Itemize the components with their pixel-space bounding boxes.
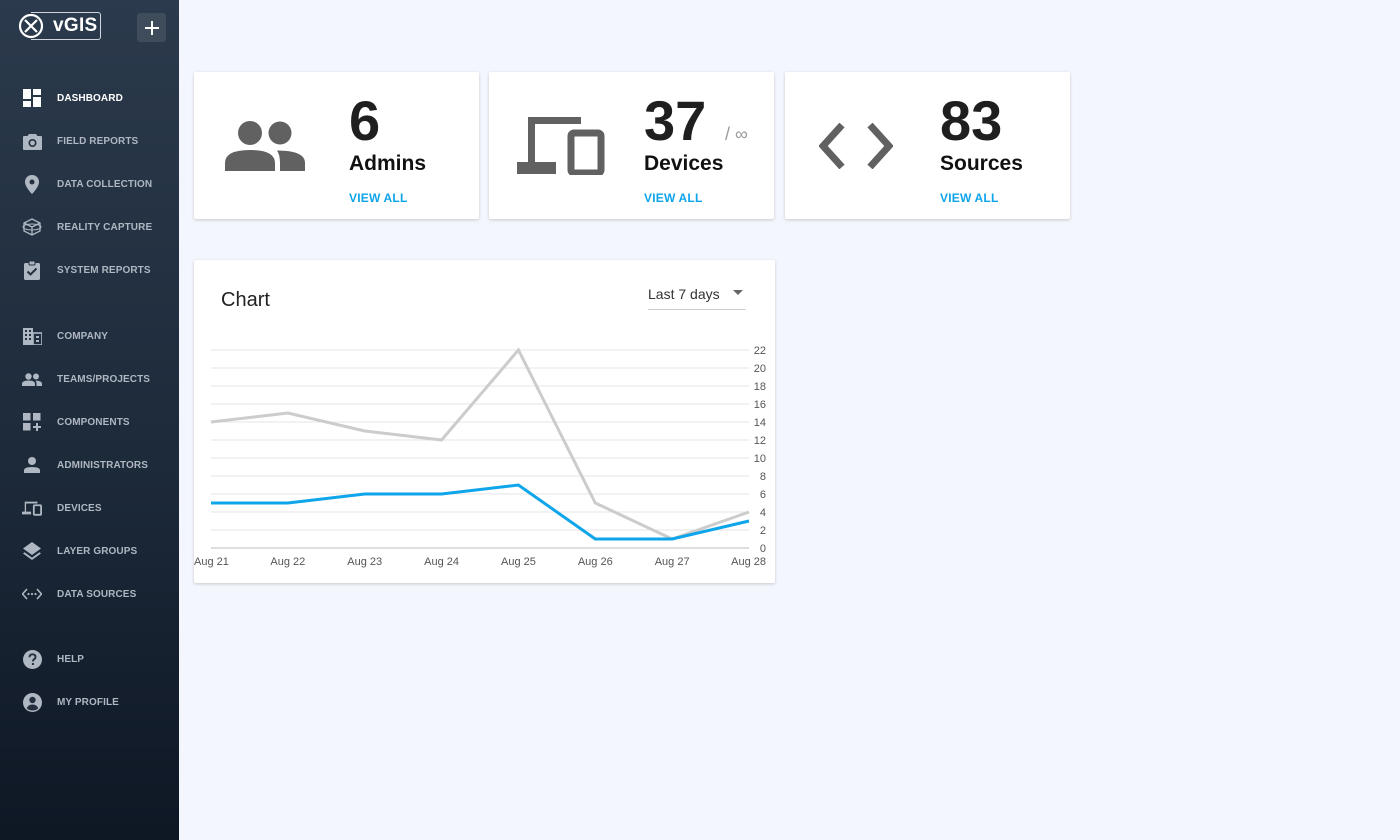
y-tick-label: 22 (754, 345, 766, 357)
sidebar-item-label: DEVICES (57, 502, 102, 514)
dashboard-icon (22, 88, 42, 108)
sidebar-item-teams-projects[interactable]: TEAMS/PROJECTS (0, 363, 179, 395)
y-tick-label: 8 (760, 471, 766, 483)
x-tick-label: Aug 22 (270, 556, 305, 568)
x-tick-label: Aug 23 (347, 556, 382, 568)
y-tick-label: 2 (760, 525, 766, 537)
date-range-select[interactable]: Last 7 days (648, 284, 746, 310)
sidebar-item-label: LAYER GROUPS (57, 545, 138, 557)
add-button[interactable] (137, 13, 166, 42)
plus-icon (144, 20, 159, 35)
x-tick-label: Aug 26 (578, 556, 613, 568)
sidebar-item-label: HELP (57, 653, 85, 665)
admins-label: Admins (349, 152, 427, 175)
sidebar-item-label: COMPONENTS (57, 416, 130, 428)
y-tick-label: 12 (754, 435, 766, 447)
sidebar-item-label: DATA SOURCES (57, 588, 137, 600)
y-tick-label: 20 (754, 363, 766, 375)
sidebar-item-data-sources[interactable]: DATA SOURCES (0, 578, 179, 610)
x-tick-label: Aug 28 (731, 556, 766, 568)
building-icon (22, 326, 42, 346)
sidebar-item-label: DATA COLLECTION (57, 178, 153, 190)
sidebar-item-help[interactable]: HELP (0, 643, 179, 675)
logo-mark-icon (18, 13, 44, 39)
sidebar: vGIS DASHBOARD FIELD REPORTS DATA COLLEC… (0, 0, 179, 840)
clipboard-check-icon (22, 260, 42, 280)
sources-card: 83 Sources VIEW ALL (785, 72, 1070, 219)
y-tick-label: 18 (754, 381, 766, 393)
camera-icon (22, 131, 42, 151)
y-tick-label: 0 (760, 543, 766, 555)
devices-icon (517, 117, 605, 175)
y-tick-label: 6 (760, 489, 766, 501)
chart-title: Chart (221, 289, 270, 311)
caret-down-icon (733, 290, 743, 295)
logo-frame: vGIS (18, 12, 101, 40)
admins-card: 6 Admins VIEW ALL (194, 72, 479, 219)
sidebar-item-components[interactable]: COMPONENTS (0, 406, 179, 438)
sidebar-item-label: ADMINISTRATORS (57, 459, 149, 471)
sources-count: 83 (940, 89, 1003, 152)
series-line-1 (210, 347, 750, 541)
devices-card: 37 / ∞ Devices VIEW ALL (489, 72, 774, 219)
chart-card: 0 2 4 6 8 10 12 14 16 18 20 22 Aug 21 Aug 22 Aug 23 Au… (194, 260, 775, 583)
x-tick-label: Aug 21 (194, 556, 229, 568)
sidebar-item-administrators[interactable]: ADMINISTRATORS (0, 449, 179, 481)
y-tick-label: 10 (754, 453, 766, 465)
account-circle-icon (22, 692, 42, 712)
people-icon (225, 121, 305, 171)
x-tick-label: Aug 27 (655, 556, 690, 568)
settings-ethernet-icon (22, 584, 42, 604)
devices-limit: / ∞ (725, 124, 748, 144)
sidebar-item-label: FIELD REPORTS (57, 135, 139, 147)
sidebar-item-devices[interactable]: DEVICES (0, 492, 179, 524)
sidebar-item-dashboard[interactable]: DASHBOARD (0, 82, 179, 114)
sidebar-item-layer-groups[interactable]: LAYER GROUPS (0, 535, 179, 567)
widgets-add-icon (22, 412, 42, 432)
sources-label: Sources (940, 152, 1023, 175)
sidebar-item-label: MY PROFILE (57, 696, 119, 708)
devices-icon (22, 498, 42, 518)
y-tick-label: 16 (754, 399, 766, 411)
y-tick-label: 14 (754, 417, 766, 429)
help-icon (22, 649, 42, 669)
sidebar-item-company[interactable]: COMPANY (0, 320, 179, 352)
sources-view-all-link[interactable]: VIEW ALL (940, 191, 998, 205)
y-tick-label: 4 (760, 507, 766, 519)
sidebar-item-label: COMPANY (57, 330, 109, 342)
devices-view-all-link[interactable]: VIEW ALL (644, 191, 702, 205)
admins-count: 6 (349, 89, 381, 152)
sidebar-item-data-collection[interactable]: DATA COLLECTION (0, 168, 179, 200)
sidebar-item-label: DASHBOARD (57, 92, 123, 104)
sidebar-item-label: SYSTEM REPORTS (57, 264, 151, 276)
sidebar-item-label: REALITY CAPTURE (57, 221, 153, 233)
devices-count: 37 (644, 89, 707, 152)
sidebar-item-field-reports[interactable]: FIELD REPORTS (0, 125, 179, 157)
logo-text: vGIS (53, 15, 98, 36)
sidebar-item-my-profile[interactable]: MY PROFILE (0, 686, 179, 718)
cube-icon (22, 217, 42, 237)
location-pin-icon (22, 174, 42, 194)
date-range-value: Last 7 days (648, 286, 720, 302)
vgis-logo[interactable]: vGIS (18, 12, 101, 40)
layers-icon (22, 541, 42, 561)
sidebar-item-reality-capture[interactable]: REALITY CAPTURE (0, 211, 179, 243)
admins-view-all-link[interactable]: VIEW ALL (349, 191, 407, 205)
people-icon (22, 369, 42, 389)
code-brackets-icon (819, 123, 893, 169)
person-icon (22, 455, 42, 475)
x-tick-label: Aug 24 (424, 556, 459, 568)
x-tick-label: Aug 25 (501, 556, 536, 568)
devices-label: Devices (644, 152, 724, 175)
sidebar-item-system-reports[interactable]: SYSTEM REPORTS (0, 254, 179, 286)
sidebar-item-label: TEAMS/PROJECTS (57, 373, 151, 385)
